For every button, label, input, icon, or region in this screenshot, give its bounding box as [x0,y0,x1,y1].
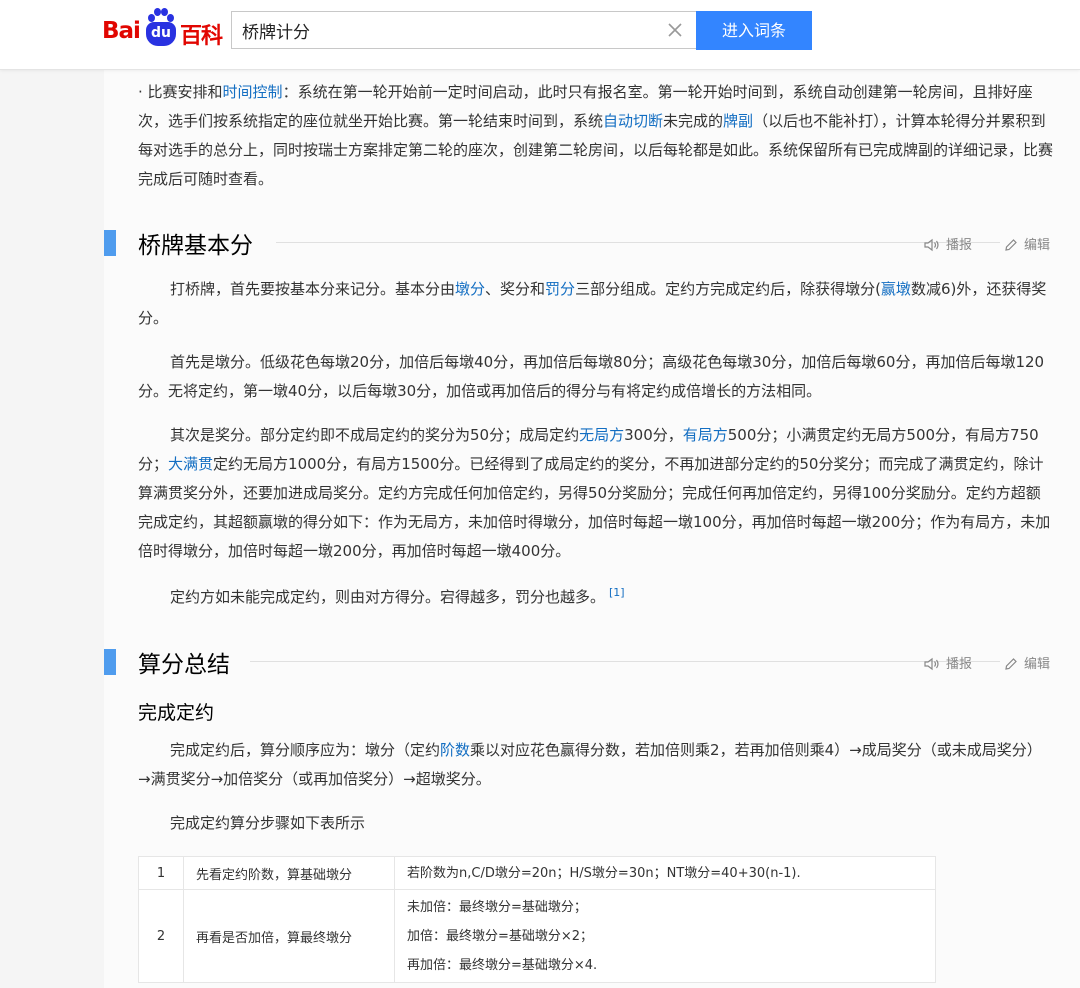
basic-score-paragraph-3: 其次是奖分。部分定约即不成局定约的奖分为50分；成局定约无局方300分，有局方5… [138,421,1054,566]
speaker-icon [924,238,939,252]
pencil-icon [1005,658,1017,670]
step-title: 先看定约阶数，算基础墩分 [183,856,395,890]
search-input[interactable] [232,12,652,48]
play-button[interactable]: 播报 [924,653,972,672]
section-marker [104,649,116,675]
step-detail: 若阶数为n,C/D墩分=20n；H/S墩分=30n；NT墩分=40+30(n-1… [394,856,936,890]
text-run: 、奖分和 [485,280,546,298]
detail-line: 加倍：最终墩分=基础墩分×2； [407,928,594,944]
inline-link[interactable]: 赢墩 [881,280,911,298]
table-row: 2 再看是否加倍，算最终墩分 未加倍：最终墩分=基础墩分； 加倍：最终墩分=基础墩分×… [138,889,936,983]
inline-link[interactable]: 罚分 [545,280,575,298]
step-number: 2 [138,889,184,983]
text-run: 打桥牌，首先要按基本分来记分。基本分由 [170,280,456,298]
logo-bai-text: Bai [102,18,141,44]
logo-du-text: du [146,22,176,46]
logo-baike-text: 百科 [180,24,223,49]
search-box [231,11,696,49]
edit-button[interactable]: 编辑 [1004,653,1050,672]
text-run: 首先是墩分。低级花色每墩20分，加倍后每墩40分，再加倍后每墩80分；高级花色每… [138,353,1045,400]
text-run: 完成定约后，算分顺序应为：墩分（定约 [170,741,441,759]
text-run: · 比赛安排和 [138,83,223,101]
text-run: 三部分组成。定约方完成定约后，除获得墩分( [575,280,881,298]
intro-paragraph: · 比赛安排和时间控制：系统在第一轮开始前一定时间启动，此时只有报名室。第一轮开… [138,78,1054,194]
text-run: 定约方如未能完成定约，则由对方得分。宕得越多，罚分也越多。 [170,588,606,606]
inline-link[interactable]: 有局方 [683,426,728,444]
text-run: 300分， [624,426,683,444]
inline-link[interactable]: 墩分 [455,280,485,298]
step-number: 1 [138,856,184,890]
section-divider [276,242,1000,243]
top-header: Bai du 百科 进入词条 [0,0,1080,70]
reference-link[interactable]: [1] [609,586,625,599]
summary-paragraph-1: 完成定约后，算分顺序应为：墩分（定约阶数乘以对应花色赢得分数，若加倍则乘2，若再… [138,736,1054,794]
detail-line: 未加倍：最终墩分=基础墩分； [407,899,587,915]
table-row: 1 先看定约阶数，算基础墩分 若阶数为n,C/D墩分=20n；H/S墩分=30n；N… [138,856,936,890]
step-detail: 未加倍：最终墩分=基础墩分； 加倍：最终墩分=基础墩分×2； 再加倍：最终墩分=基础… [394,889,936,983]
inline-link[interactable]: 阶数 [440,741,470,759]
text-run: 定约无局方1000分，有局方1500分。已经得到了成局定约的奖分，不再加进部分定… [138,455,1051,560]
text-run: 其次是奖分。部分定约即不成局定约的奖分为50分；成局定约 [170,426,580,444]
basic-score-paragraph-4: 定约方如未能完成定约，则由对方得分。宕得越多，罚分也越多。 [1] [138,578,1054,612]
enter-entry-button[interactable]: 进入词条 [696,11,812,50]
paw-icon [148,8,174,22]
play-button[interactable]: 播报 [924,234,972,253]
inline-link[interactable]: 自动切断 [603,112,663,130]
paragraph-text: 定约方如未能完成定约，则由对方得分。宕得越多，罚分也越多。 [138,588,605,606]
inline-link[interactable]: 时间控制 [223,83,283,101]
section-marker [104,230,116,256]
summary-paragraph-2: 完成定约算分步骤如下表所示 [138,809,1054,838]
section-title: 算分总结 [138,652,230,678]
inline-link[interactable]: 无局方 [579,426,624,444]
pencil-icon [1005,239,1017,251]
section-divider [250,661,1000,662]
clear-icon[interactable] [666,21,684,39]
section-summary-header: 算分总结 播报 编辑 [104,647,1080,679]
basic-score-paragraph-2: 首先是墩分。低级花色每墩20分，加倍后每墩40分，再加倍后每墩80分；高级花色每… [138,348,1054,406]
text-run: 完成定约算分步骤如下表所示 [170,814,366,832]
detail-line: 再加倍：最终墩分=基础墩分×4. [407,957,598,973]
text-run: 未完成的 [663,112,724,130]
left-gutter [0,70,104,988]
step-title: 再看是否加倍，算最终墩分 [183,889,395,983]
inline-link[interactable]: 牌副 [723,112,753,130]
section-title: 桥牌基本分 [138,233,253,259]
subsection-title: 完成定约 [138,702,215,724]
detail-line: 若阶数为n,C/D墩分=20n；H/S墩分=30n；NT墩分=40+30(n-1… [407,865,801,881]
baidu-baike-logo[interactable]: Bai du 百科 [102,8,223,49]
section-basic-score-header: 桥牌基本分 播报 编辑 [104,228,1080,260]
speaker-icon [924,657,939,671]
inline-link[interactable]: 大满贯 [168,455,213,473]
table-body: 1 先看定约阶数，算基础墩分 若阶数为n,C/D墩分=20n；H/S墩分=30n；N… [138,856,936,983]
scoring-steps-table: 1 先看定约阶数，算基础墩分 若阶数为n,C/D墩分=20n；H/S墩分=30n；N… [138,856,936,983]
edit-button[interactable]: 编辑 [1004,234,1050,253]
basic-score-paragraph-1: 打桥牌，首先要按基本分来记分。基本分由墩分、奖分和罚分三部分组成。定约方完成定约… [138,275,1054,333]
